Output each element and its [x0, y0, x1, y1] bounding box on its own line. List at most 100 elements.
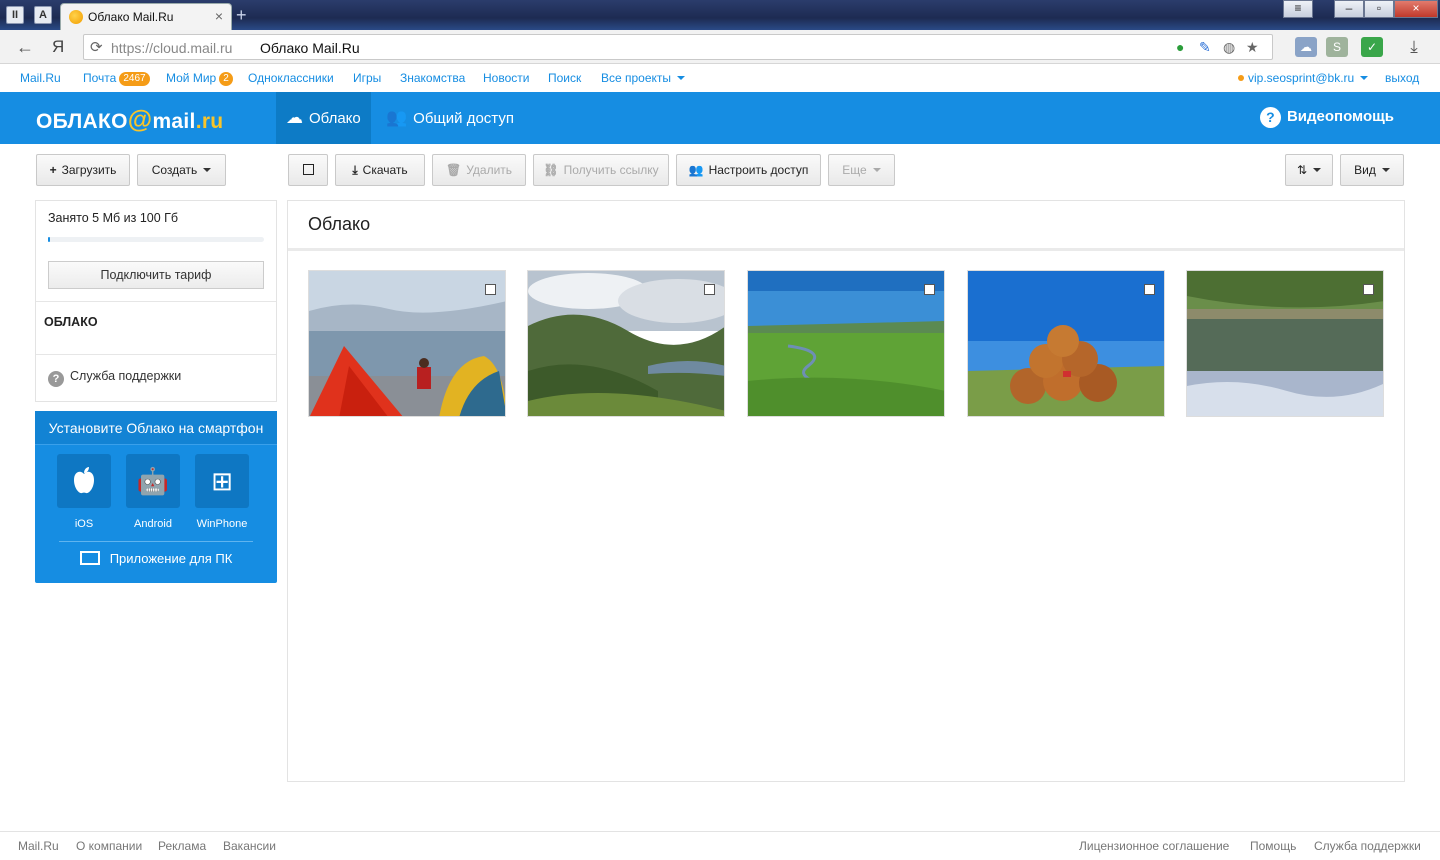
divider: [36, 354, 276, 355]
support-link[interactable]: ? Служба поддержки: [48, 369, 181, 387]
video-help-label: Видеопомощь: [1286, 108, 1394, 125]
upload-button[interactable]: + Загрузить: [36, 154, 130, 186]
pc-app-link[interactable]: Приложение для ПК: [35, 551, 277, 566]
photo-checkbox[interactable]: [704, 284, 715, 295]
logout-link[interactable]: выход: [1385, 71, 1419, 85]
minimize-icon[interactable]: –: [1334, 0, 1364, 18]
photo-checkbox[interactable]: [924, 284, 935, 295]
apple-icon: [57, 454, 111, 508]
app-android-label: Android: [134, 518, 172, 530]
close-tab-icon[interactable]: ×: [215, 8, 223, 24]
footer-link-about[interactable]: О компании: [76, 839, 142, 853]
footer-link-help[interactable]: Помощь: [1250, 839, 1296, 853]
app-winphone[interactable]: ⊞ WinPhone: [195, 454, 249, 530]
delete-button[interactable]: 🗑 Удалить: [432, 154, 526, 186]
yandex-icon[interactable]: Я: [52, 37, 64, 57]
cloud-extension-icon[interactable]: ☁: [1295, 37, 1317, 57]
footer-link-support[interactable]: Служба поддержки: [1314, 839, 1421, 853]
portal-link-games[interactable]: Игры: [353, 71, 381, 85]
bulb-icon[interactable]: ◍: [1223, 39, 1235, 56]
support-label: Служба поддержки: [70, 369, 182, 383]
address-bar-row: ← Я ⟳ https://cloud.mail.ru Облако Mail.…: [0, 30, 1440, 64]
footer-link-license[interactable]: Лицензионное соглашение: [1079, 839, 1229, 853]
browser-tab[interactable]: Облако Mail.Ru ×: [60, 3, 232, 30]
download-button[interactable]: ⤓ Скачать: [335, 154, 425, 186]
create-button[interactable]: Создать: [137, 154, 226, 186]
get-link-label: Получить ссылку: [563, 163, 659, 177]
new-tab-icon[interactable]: +: [236, 5, 247, 26]
cloud-icon: ☁: [286, 108, 303, 127]
create-label: Создать: [151, 163, 198, 177]
photo-mountain-valley[interactable]: [527, 270, 725, 417]
photo-checkbox[interactable]: [1363, 284, 1374, 295]
seo-extension-icon[interactable]: S: [1326, 37, 1348, 57]
reader-button[interactable]: A: [34, 6, 52, 24]
brush-icon[interactable]: ✎: [1199, 39, 1211, 56]
app-android[interactable]: 🤖 Android: [126, 454, 180, 530]
pc-app-label: Приложение для ПК: [109, 551, 233, 566]
chevron-down-icon: [872, 168, 881, 172]
maximize-icon[interactable]: ▫: [1364, 0, 1394, 18]
download-label: Скачать: [362, 163, 408, 177]
menu-icon[interactable]: ≡: [1283, 0, 1313, 18]
photo-forest-lake[interactable]: [1186, 270, 1384, 417]
user-email-menu[interactable]: vip.seosprint@bk.ru: [1238, 71, 1369, 85]
browser-tabbar: II A Облако Mail.Ru × + ≡ – ▫ ×: [0, 0, 1440, 30]
portal-link-news[interactable]: Новости: [483, 71, 529, 85]
download-icon[interactable]: ⤓: [1403, 37, 1425, 57]
more-button[interactable]: Еще: [828, 154, 895, 186]
reload-icon[interactable]: ⟳: [90, 38, 103, 56]
mobile-app-promo: Установите Облако на смартфон iOS 🤖 Andr…: [35, 411, 277, 583]
portal-link-all-projects[interactable]: Все проекты: [601, 71, 686, 85]
footer-link-mailru[interactable]: Mail.Ru: [18, 839, 59, 853]
quota-bar-fill: [48, 237, 51, 242]
photo-image: [968, 271, 1164, 416]
page-title: Облако: [308, 214, 371, 234]
video-help-button[interactable]: ? Видеопомощь: [1259, 107, 1394, 128]
quota-text: Занято 5 Мб из 100 Гб: [48, 211, 179, 225]
portal-link-search[interactable]: Поиск: [548, 71, 581, 85]
tab-cloud[interactable]: ☁ Облако: [276, 92, 371, 144]
delete-label: Удалить: [466, 163, 513, 177]
back-arrow-icon[interactable]: ←: [16, 37, 34, 58]
cloud-logo[interactable]: ОБЛАКО@mail.ru: [36, 106, 223, 135]
pause-icon[interactable]: II: [6, 6, 24, 24]
footer-link-ads[interactable]: Реклама: [158, 839, 206, 853]
bookmark-star-icon[interactable]: ★: [1246, 39, 1259, 56]
tab-shared-access[interactable]: 👥 Общий доступ: [376, 92, 524, 144]
plus-icon: +: [49, 163, 57, 177]
portal-link-ok[interactable]: Одноклассники: [248, 71, 334, 85]
share-access-button[interactable]: 👥 Настроить доступ: [676, 154, 821, 186]
footer-link-jobs[interactable]: Вакансии: [223, 839, 276, 853]
lock-icon[interactable]: ●: [1176, 39, 1184, 55]
url-field[interactable]: ⟳ https://cloud.mail.ru Облако Mail.Ru ●…: [83, 34, 1273, 60]
portal-link-mail[interactable]: Почта 2467: [83, 71, 150, 86]
app-ios-label: iOS: [74, 518, 94, 530]
sidebar-item-cloud[interactable]: ОБЛАКО: [44, 315, 98, 329]
shield-extension-icon[interactable]: ✓: [1361, 37, 1383, 57]
user-email: vip.seosprint@bk.ru: [1248, 71, 1355, 85]
photo-green-steppe[interactable]: [747, 270, 945, 417]
sort-button[interactable]: ⇅: [1285, 154, 1333, 186]
photo-checkbox[interactable]: [1144, 284, 1155, 295]
window-close-icon[interactable]: ×: [1394, 0, 1438, 18]
portal-link-dating[interactable]: Знакомства: [400, 71, 465, 85]
connect-tariff-button[interactable]: Подключить тариф: [48, 261, 264, 289]
chevron-down-icon: [1313, 168, 1322, 172]
logo-text: ОБЛАКО: [36, 110, 128, 133]
photo-checkbox[interactable]: [485, 284, 496, 295]
portal-link-mailru[interactable]: Mail.Ru: [20, 71, 61, 85]
help-icon: ?: [48, 371, 64, 387]
users-icon: 👥: [386, 108, 408, 127]
chevron-down-icon: [203, 168, 212, 172]
app-ios[interactable]: iOS: [57, 454, 111, 530]
photo-image: [528, 271, 724, 416]
photo-tents-lake[interactable]: [308, 270, 506, 417]
select-all-checkbox[interactable]: [288, 154, 328, 186]
windows-icon: ⊞: [195, 454, 249, 508]
portal-link-myworld[interactable]: Мой Мир 2: [166, 71, 233, 86]
view-button[interactable]: Вид: [1340, 154, 1404, 186]
photo-hay-bales[interactable]: [967, 270, 1165, 417]
get-link-button[interactable]: ⛓ Получить ссылку: [533, 154, 669, 186]
promo-title: Установите Облако на смартфон: [35, 411, 277, 445]
